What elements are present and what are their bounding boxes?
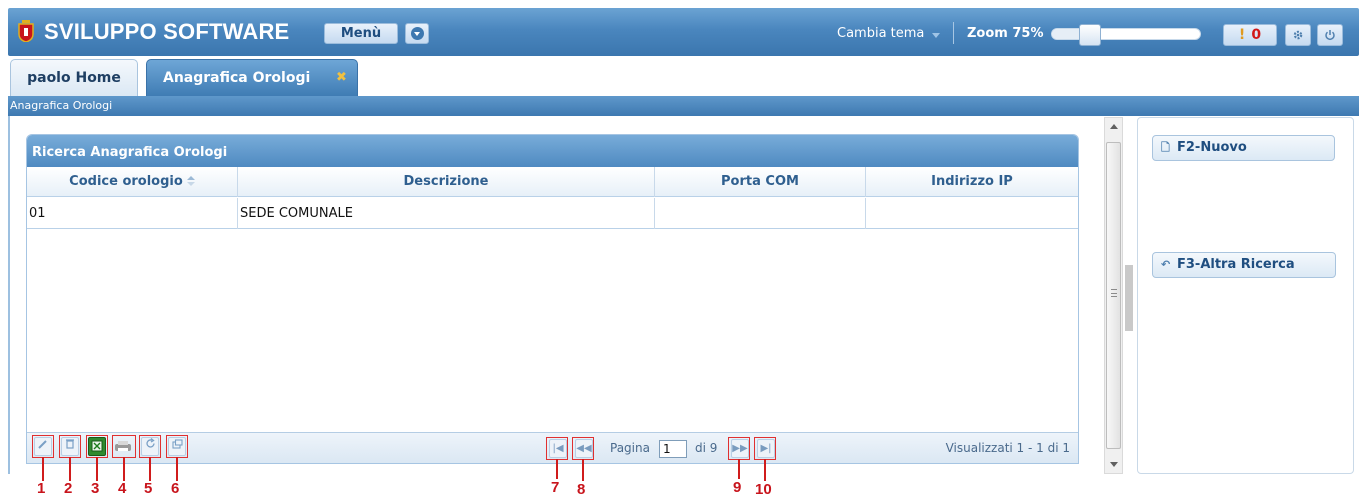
annotation-line xyxy=(96,457,98,481)
annotation-label: 6 xyxy=(171,480,180,497)
tab-home[interactable]: paolo Home xyxy=(10,59,138,96)
highlight-box xyxy=(572,437,594,460)
highlight-box xyxy=(86,435,108,458)
document-icon: 🗋 xyxy=(1161,141,1170,154)
settings-button[interactable] xyxy=(1285,24,1311,46)
zoom-slider-handle[interactable] xyxy=(1079,24,1102,46)
search-results-grid: Ricerca Anagrafica Orologi Codice orolog… xyxy=(26,134,1079,464)
annotation-line xyxy=(149,457,151,481)
annotation-line xyxy=(123,457,125,481)
grip-icon xyxy=(1111,289,1117,297)
annotation-line xyxy=(764,459,766,481)
cell-porta-com xyxy=(655,198,866,229)
annotation-label: 10 xyxy=(755,481,772,498)
records-info: Visualizzati 1 - 1 di 1 xyxy=(945,441,1070,455)
undo-icon: ↶ xyxy=(1161,258,1171,271)
highlight-box xyxy=(59,435,81,458)
annotation-label: 5 xyxy=(144,480,153,497)
cell-codice: 01 xyxy=(27,198,238,229)
theme-dropdown-arrow-icon[interactable] xyxy=(932,33,940,38)
power-icon xyxy=(1325,30,1335,41)
grid-caption: Ricerca Anagrafica Orologi xyxy=(27,135,1078,167)
close-icon[interactable]: ✖ xyxy=(336,60,347,96)
page-number-input[interactable]: 1 xyxy=(659,440,687,458)
tab-anagrafica-orologi[interactable]: Anagrafica Orologi ✖ xyxy=(146,59,358,96)
new-search-button[interactable]: ↶ F3-Altra Ricerca xyxy=(1152,252,1336,278)
highlight-box xyxy=(112,435,136,458)
sort-icon xyxy=(186,176,195,186)
breadcrumb: Anagrafica Orologi xyxy=(8,96,1359,116)
annotation-label: 4 xyxy=(118,480,127,497)
theme-selector[interactable]: Cambia tema xyxy=(837,26,924,41)
alert-icon: ! xyxy=(1238,27,1246,43)
page-count-label: di 9 xyxy=(695,441,718,455)
annotation-label: 9 xyxy=(733,479,742,496)
vertical-scrollbar[interactable] xyxy=(1104,117,1123,474)
app-title: SVILUPPO SOFTWARE xyxy=(44,19,290,44)
coat-of-arms-icon xyxy=(18,20,34,42)
annotation-label: 7 xyxy=(551,479,560,496)
highlight-box xyxy=(166,435,188,458)
scroll-down-arrow-icon[interactable] xyxy=(1110,462,1118,467)
gear-icon xyxy=(1293,30,1303,40)
top-bar: SVILUPPO SOFTWARE Menù Cambia tema Zoom … xyxy=(8,8,1359,56)
annotation-label: 2 xyxy=(64,480,73,497)
zoom-slider[interactable] xyxy=(1051,24,1201,46)
highlight-box xyxy=(754,437,776,460)
highlight-box xyxy=(32,435,54,458)
tab-strip: paolo Home Anagrafica Orologi ✖ xyxy=(8,56,1359,96)
tab-label: Anagrafica Orologi xyxy=(163,70,311,86)
chevron-down-icon xyxy=(411,27,424,40)
splitter-handle[interactable] xyxy=(1125,265,1133,331)
notifications-button[interactable]: ! 0 xyxy=(1223,24,1277,46)
annotation-line xyxy=(556,459,558,479)
column-header-indirizzo-ip[interactable]: Indirizzo IP xyxy=(866,167,1078,197)
annotation-line xyxy=(738,459,740,479)
cell-descrizione: SEDE COMUNALE xyxy=(238,198,655,229)
annotation-line xyxy=(69,457,71,481)
annotation-line xyxy=(42,457,44,481)
logout-button[interactable] xyxy=(1317,24,1343,46)
column-header-porta-com[interactable]: Porta COM xyxy=(655,167,866,197)
grid-header-row: Codice orologio Descrizione Porta COM In… xyxy=(27,167,1078,197)
actions-panel: 🗋 F2-Nuovo ↶ F3-Altra Ricerca xyxy=(1137,117,1354,474)
menu-button[interactable]: Menù xyxy=(324,23,398,44)
annotation-label: 1 xyxy=(37,480,46,497)
zoom-label: Zoom 75% xyxy=(967,26,1044,41)
menu-dropdown-button[interactable] xyxy=(405,23,429,44)
application-window: { "app": { "title": "SVILUPPO SOFTWARE",… xyxy=(0,0,1367,499)
annotation-line xyxy=(582,459,584,481)
annotation-label: 3 xyxy=(91,480,100,497)
annotation-label: 8 xyxy=(577,481,586,498)
column-header-descrizione[interactable]: Descrizione xyxy=(238,167,655,197)
new-button[interactable]: 🗋 F2-Nuovo xyxy=(1152,135,1335,161)
notification-count: 0 xyxy=(1251,27,1262,43)
column-header-codice[interactable]: Codice orologio xyxy=(27,167,238,197)
table-row[interactable]: 01 SEDE COMUNALE xyxy=(27,198,1078,229)
toolbar-divider xyxy=(953,22,954,44)
highlight-box xyxy=(728,437,750,460)
scroll-up-arrow-icon[interactable] xyxy=(1110,124,1118,129)
page-label: Pagina xyxy=(610,441,650,455)
scrollbar-thumb[interactable] xyxy=(1106,142,1121,449)
cell-indirizzo-ip xyxy=(866,198,1078,229)
annotation-line xyxy=(176,457,178,481)
highlight-box xyxy=(546,437,568,460)
highlight-box xyxy=(139,435,161,458)
